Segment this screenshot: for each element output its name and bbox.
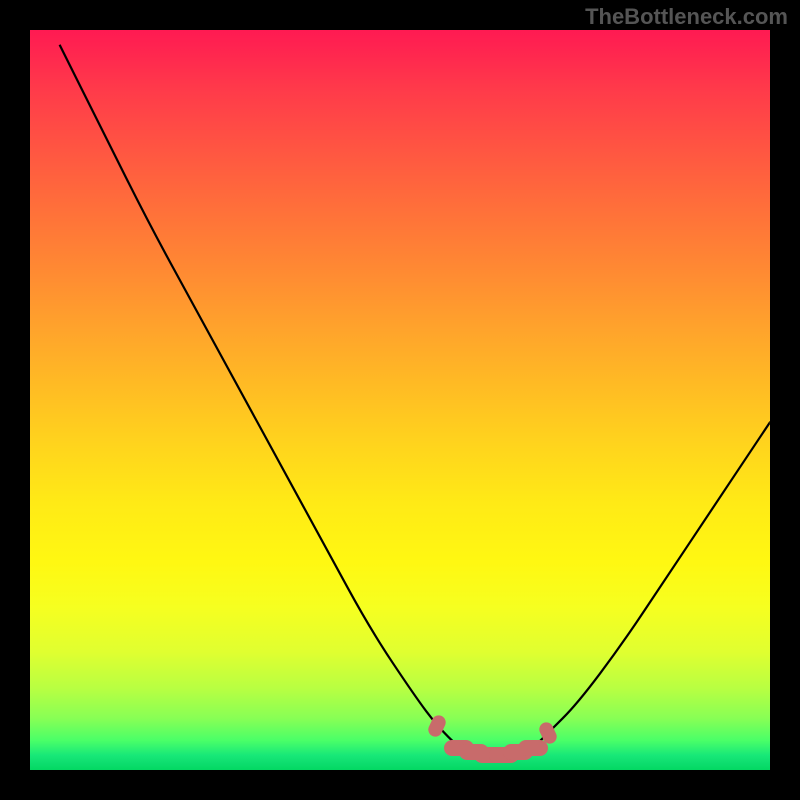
curve-marker	[518, 740, 548, 756]
marker-layer	[30, 30, 770, 770]
watermark-text: TheBottleneck.com	[585, 4, 788, 30]
chart-plot-area	[30, 30, 770, 770]
curve-marker	[426, 713, 448, 739]
